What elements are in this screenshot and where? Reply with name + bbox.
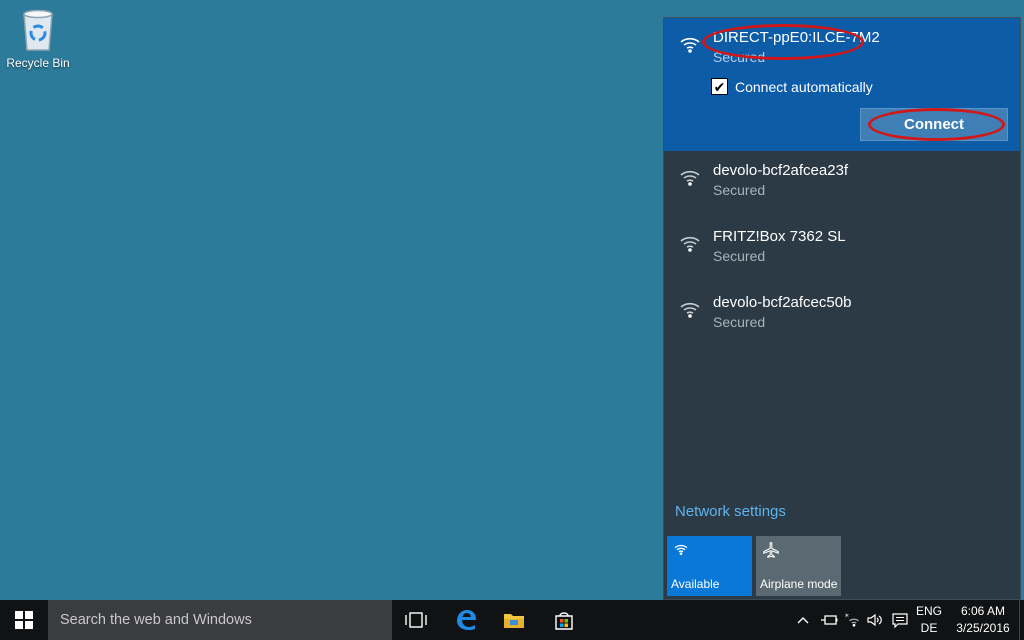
- network-item[interactable]: devolo-bcf2afcea23f Secured: [664, 151, 1020, 217]
- battery-button[interactable]: [816, 600, 842, 640]
- svg-text:*: *: [845, 612, 849, 621]
- wifi-icon: [674, 544, 688, 555]
- recycle-bin-label: Recycle Bin: [6, 56, 70, 70]
- wifi-available-icon: *: [845, 612, 859, 627]
- tile-label: Airplane mode: [760, 577, 838, 591]
- task-view-button[interactable]: [392, 600, 440, 640]
- auto-connect-checkbox[interactable]: ✔: [711, 78, 728, 95]
- wifi-toggle-tile[interactable]: Available: [667, 536, 752, 596]
- show-desktop-button[interactable]: [1019, 600, 1024, 640]
- annotation-ring-connect: [868, 108, 1005, 141]
- wifi-icon: [680, 302, 700, 318]
- action-center-button[interactable]: [888, 600, 912, 640]
- wifi-icon: [680, 37, 700, 53]
- clock-time: 6:06 AM: [960, 604, 1006, 618]
- language-code: ENG: [915, 604, 942, 618]
- notifications-icon: [892, 612, 908, 628]
- windows-logo-icon: [15, 611, 33, 629]
- quick-action-tiles: Available Airplane mode: [667, 536, 845, 596]
- file-explorer-button[interactable]: [490, 600, 538, 640]
- network-item[interactable]: devolo-bcf2afcec50b Secured: [664, 283, 1020, 349]
- recycle-bin-icon: [23, 9, 53, 51]
- file-explorer-icon: [504, 614, 524, 628]
- input-language-indicator[interactable]: ENG DE: [914, 604, 944, 635]
- chevron-up-icon: [797, 617, 809, 624]
- network-status: Secured: [713, 314, 766, 330]
- start-button[interactable]: [0, 600, 48, 640]
- network-settings-link[interactable]: Network settings: [675, 503, 786, 520]
- store-icon: [555, 612, 573, 630]
- network-flyout: DIRECT-ppE0:ILCE-7M2 Secured ✔ Connect a…: [663, 17, 1021, 600]
- network-ssid: devolo-bcf2afcea23f: [713, 162, 849, 179]
- airplane-mode-tile[interactable]: Airplane mode: [756, 536, 841, 596]
- tile-label: Available: [671, 577, 720, 591]
- network-status: Secured: [713, 182, 766, 198]
- network-ssid: devolo-bcf2afcec50b: [713, 294, 852, 311]
- volume-button[interactable]: [864, 600, 886, 640]
- show-hidden-icons-button[interactable]: [790, 600, 816, 640]
- edge-button[interactable]: [442, 600, 490, 640]
- network-status: Secured: [713, 248, 766, 264]
- speaker-icon: [867, 614, 882, 626]
- network-ssid: FRITZ!Box 7362 SL: [713, 228, 846, 245]
- auto-connect-label: Connect automatically: [735, 78, 873, 95]
- task-view-icon: [405, 612, 427, 628]
- annotation-ring-ssid: [702, 24, 864, 60]
- taskbar: Search the web and Windows * ENG DE 6:06…: [0, 600, 1024, 640]
- battery-plug-icon: [821, 615, 838, 625]
- keyboard-layout: DE: [920, 621, 938, 635]
- network-item[interactable]: FRITZ!Box 7362 SL Secured: [664, 217, 1020, 283]
- airplane-icon: [763, 542, 779, 558]
- wifi-icon: [680, 170, 700, 186]
- search-box[interactable]: Search the web and Windows: [48, 600, 392, 640]
- clock[interactable]: 6:06 AM 3/25/2016: [950, 604, 1016, 635]
- wifi-icon: [680, 236, 700, 252]
- edge-icon: [457, 610, 476, 630]
- auto-connect-row[interactable]: ✔ Connect automatically: [711, 78, 873, 95]
- recycle-bin-shortcut[interactable]: Recycle Bin: [4, 8, 72, 70]
- clock-date: 3/25/2016: [956, 621, 1010, 635]
- store-button[interactable]: [540, 600, 588, 640]
